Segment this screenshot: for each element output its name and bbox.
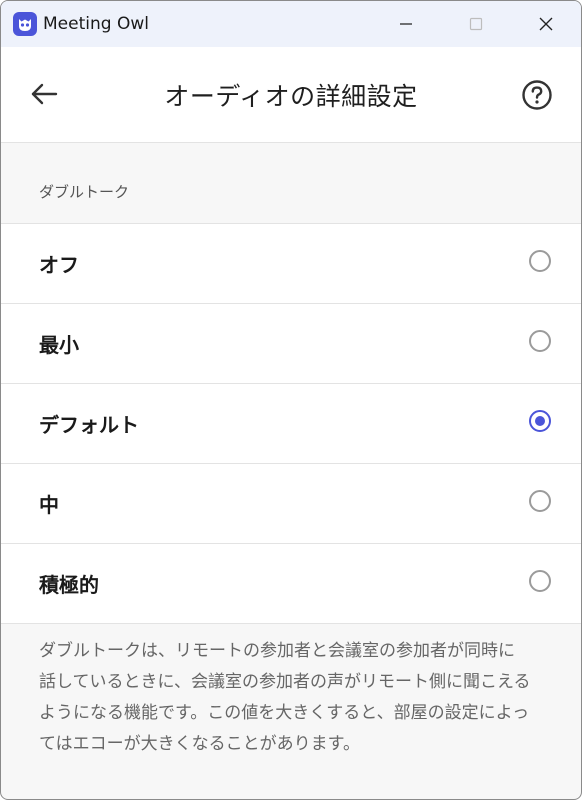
option-label: 積極的 (39, 573, 99, 597)
close-icon (539, 17, 553, 31)
radio-button[interactable] (529, 330, 551, 352)
option-aggressive[interactable]: 積極的 (1, 544, 581, 624)
option-off[interactable]: オフ (1, 224, 581, 304)
minimize-icon (400, 23, 412, 25)
window-title: Meeting Owl (43, 14, 149, 34)
maximize-button[interactable] (441, 1, 511, 47)
radio-button[interactable] (529, 490, 551, 512)
window-controls (371, 1, 581, 47)
maximize-icon (469, 17, 483, 31)
page-title: オーディオの詳細設定 (164, 81, 418, 111)
description-text: ダブルトークは、リモートの参加者と会議室の参加者が同時に話しているときに、会議室… (39, 641, 531, 754)
option-medium[interactable]: 中 (1, 464, 581, 544)
app-window: Meeting Owl オーディオの詳細設定 ダブルトーク オフ 最小 デフォル… (0, 0, 582, 800)
option-default[interactable]: デフォルト (1, 384, 581, 464)
page-header: オーディオの詳細設定 (1, 47, 581, 143)
radio-button[interactable] (529, 570, 551, 592)
section-title: ダブルトーク (39, 183, 130, 201)
section-header: ダブルトーク (1, 143, 581, 224)
option-label: 中 (39, 493, 59, 517)
option-label: オフ (39, 253, 79, 277)
option-minimum[interactable]: 最小 (1, 304, 581, 384)
radio-button-selected[interactable] (529, 410, 551, 432)
minimize-button[interactable] (371, 1, 441, 47)
title-bar: Meeting Owl (1, 1, 581, 47)
owl-icon (13, 12, 37, 36)
radio-button[interactable] (529, 250, 551, 272)
question-circle-icon (522, 80, 552, 110)
help-button[interactable] (521, 79, 553, 111)
close-button[interactable] (511, 1, 581, 47)
option-label: デフォルト (39, 413, 139, 437)
option-label: 最小 (39, 333, 79, 357)
